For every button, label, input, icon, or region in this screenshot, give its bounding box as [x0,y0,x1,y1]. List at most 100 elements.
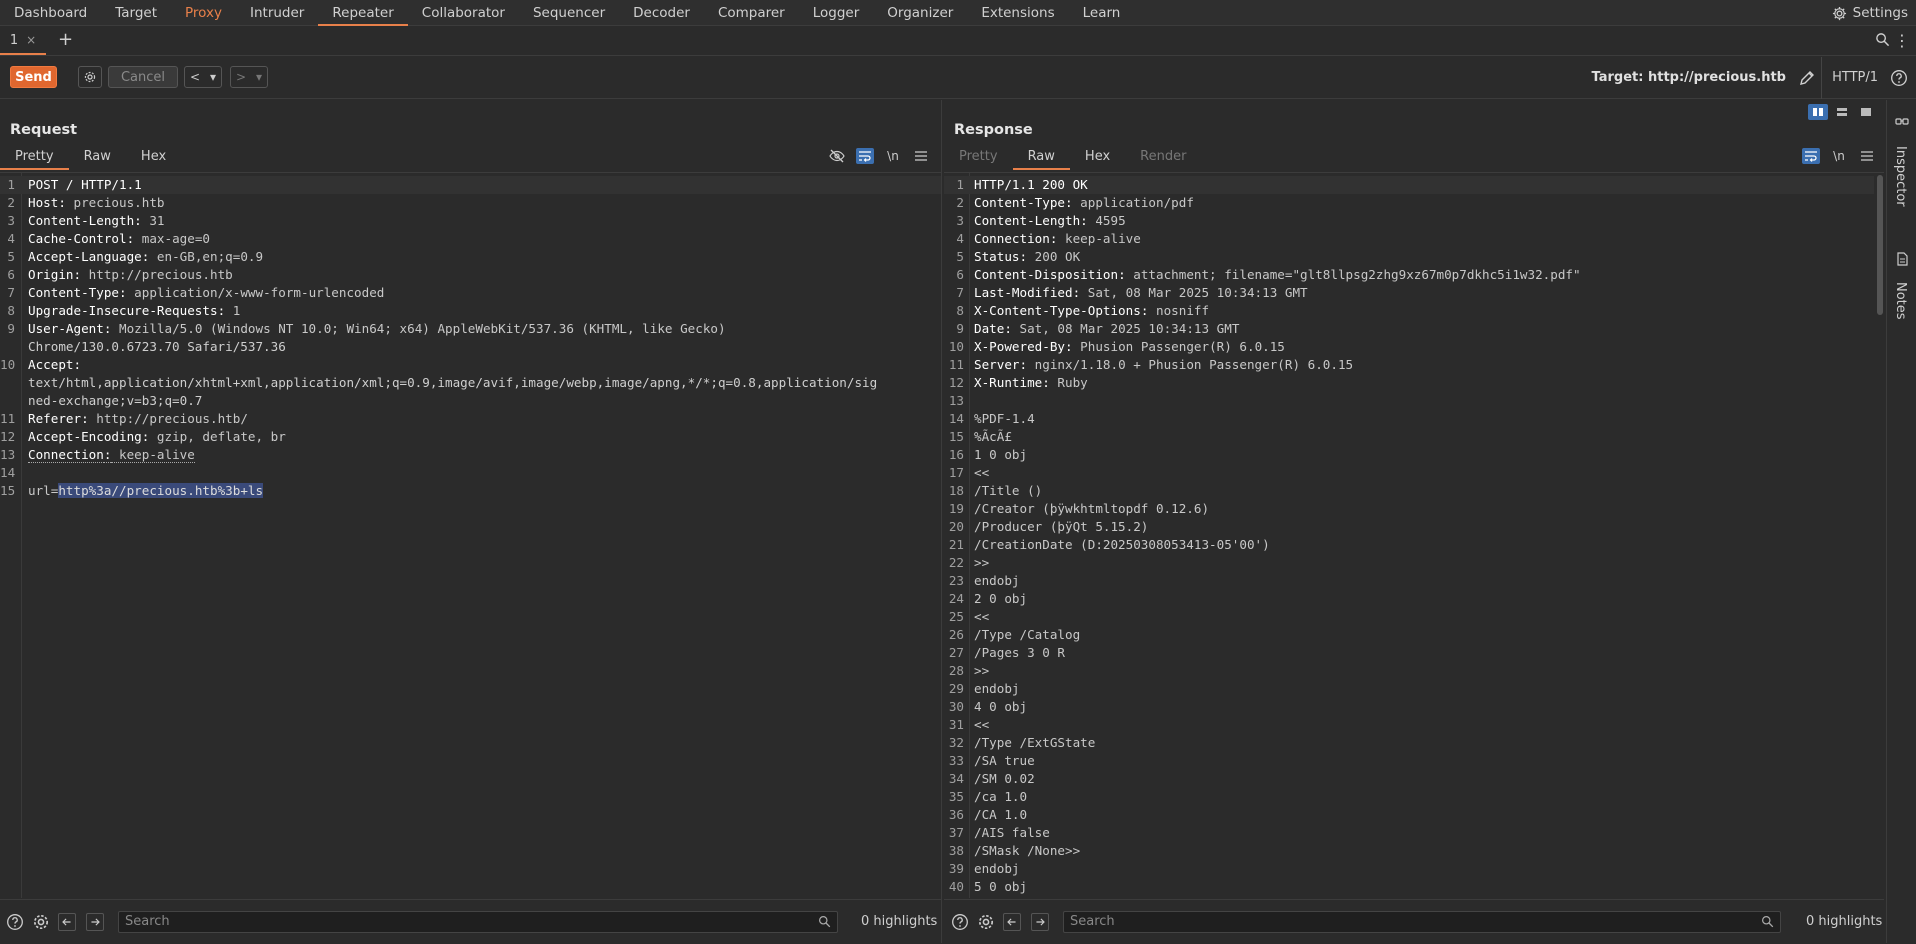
add-tab-button[interactable]: + [58,29,73,50]
history-back-button[interactable]: < ▾ [184,66,222,88]
layout-tabs-icon[interactable] [1856,104,1876,120]
search-placeholder: Search [125,914,170,929]
line-number: 3 [956,213,964,228]
newline-toggle[interactable]: \n [1830,148,1848,164]
inspector-icon[interactable] [1895,116,1909,130]
more-vertical-icon[interactable]: ⋮ [1894,31,1910,50]
code-line: 3 Content-Length: 31 [0,212,941,230]
response-search-input[interactable]: Search [1063,911,1781,933]
request-editor[interactable]: 1 POST / HTTP/1.1 2 Host: precious.htb 3 Cont… [0,172,941,898]
back-dropdown-icon[interactable]: ▾ [210,70,216,84]
help-icon[interactable] [951,913,969,931]
wrapped-line: ned-exchange;v=b3;q=0.7 [28,393,203,408]
menu-organizer[interactable]: Organizer [873,0,967,26]
line-content: /SA true [974,752,1035,770]
body-text: endobj [974,573,1020,588]
gear-icon[interactable] [977,913,995,931]
line-number: 5 [7,249,15,264]
menu-repeater[interactable]: Repeater [318,0,408,26]
send-options-button[interactable] [78,66,102,88]
line-number: 26 [948,627,964,642]
tab-pretty[interactable]: Pretty [944,146,1013,170]
menu-proxy[interactable]: Proxy [171,0,236,26]
scrollbar-thumb[interactable] [1877,175,1883,315]
menu-sequencer[interactable]: Sequencer [519,0,619,26]
tab-close-icon[interactable]: × [26,33,36,47]
code-line: 29 endobj [944,680,1874,698]
repeater-tab-1[interactable]: 1 × [0,27,46,55]
body-param: url= [28,483,59,498]
gear-icon[interactable] [32,913,50,931]
settings-button[interactable]: Settings [1832,0,1908,26]
tab-render[interactable]: Render [1125,146,1201,170]
response-editor[interactable]: 1 HTTP/1.1 200 OK 2 Content-Type: applicati… [944,172,1884,898]
eye-off-icon[interactable] [828,148,846,164]
tab-pretty[interactable]: Pretty [0,146,69,170]
forward-dropdown-icon[interactable]: ▾ [256,70,262,84]
menu-learn[interactable]: Learn [1069,0,1135,26]
forward-arrow[interactable]: > [236,70,246,84]
line-content: %PDF-1.4 [974,410,1035,428]
layout-side-by-side-icon[interactable] [1808,104,1828,120]
header-value: http://precious.htb [81,267,233,282]
newline-toggle[interactable]: \n [884,148,902,164]
wrapped-line: text/html,application/xhtml+xml,applicat… [28,375,878,390]
line-content: X-Runtime: Ruby [974,374,1088,392]
colon: : [134,213,142,228]
http-version-toggle[interactable]: HTTP/1 [1821,57,1878,99]
notes-icon[interactable] [1895,252,1909,266]
tab-raw[interactable]: Raw [1012,146,1070,170]
menu-extensions[interactable]: Extensions [967,0,1068,26]
tab-hex[interactable]: Hex [126,146,181,170]
tab-raw[interactable]: Raw [69,146,126,170]
code-line: 2 Host: precious.htb [0,194,941,212]
menu-dashboard[interactable]: Dashboard [0,0,101,26]
menu-icon[interactable] [1858,148,1876,164]
request-search-input[interactable]: Search [118,911,838,933]
colon: : [1019,249,1028,264]
colon: : [1065,339,1073,354]
wrap-icon[interactable] [856,148,874,164]
menu-intruder[interactable]: Intruder [236,0,318,26]
help-icon[interactable] [1890,69,1908,87]
pencil-icon[interactable] [1798,69,1816,87]
header-name: Cache-Control [28,231,127,246]
arrow-right-icon[interactable] [86,913,104,931]
tab-hex[interactable]: Hex [1070,146,1125,170]
history-forward-button[interactable]: > ▾ [230,66,268,88]
cancel-button[interactable]: Cancel [108,66,178,88]
line-number: 9 [7,321,15,336]
inspector-tab[interactable]: Inspector [1893,146,1908,207]
menu-decoder[interactable]: Decoder [619,0,704,26]
line-content: Content-Type: application/x-www-form-url… [28,284,384,302]
body-text: /SMask /None>> [974,843,1081,858]
help-icon[interactable] [6,913,24,931]
wrap-icon[interactable] [1802,148,1820,164]
menu-icon[interactable] [912,148,930,164]
notes-tab[interactable]: Notes [1893,282,1908,320]
line-number: 31 [948,717,964,732]
menu-logger[interactable]: Logger [799,0,874,26]
line-number: 35 [948,789,964,804]
header-value: Ruby [1049,375,1088,390]
line-content: /SM 0.02 [974,770,1035,788]
line-number: 8 [956,303,964,318]
menu-comparer[interactable]: Comparer [704,0,799,26]
line-content: Content-Length: 31 [28,212,165,230]
arrow-left-icon[interactable] [58,913,76,931]
response-scrollbar[interactable] [1876,173,1884,898]
menu-target[interactable]: Target [101,0,171,26]
line-content: POST / HTTP/1.1 [28,176,142,194]
body-text: << [974,609,990,624]
body-text: /CA 1.0 [974,807,1028,822]
code-line: 24 2 0 obj [944,590,1874,608]
arrow-right-icon[interactable] [1031,913,1049,931]
arrow-left-icon[interactable] [1003,913,1021,931]
send-button[interactable]: Send [10,66,57,88]
menu-collaborator[interactable]: Collaborator [408,0,519,26]
layout-stacked-icon[interactable] [1832,104,1852,120]
back-arrow[interactable]: < [190,70,200,84]
code-line: 5 Accept-Language: en-GB,en;q=0.9 [0,248,941,266]
search-icon[interactable] [1875,32,1890,47]
code-line: 40 5 0 obj [944,878,1874,896]
